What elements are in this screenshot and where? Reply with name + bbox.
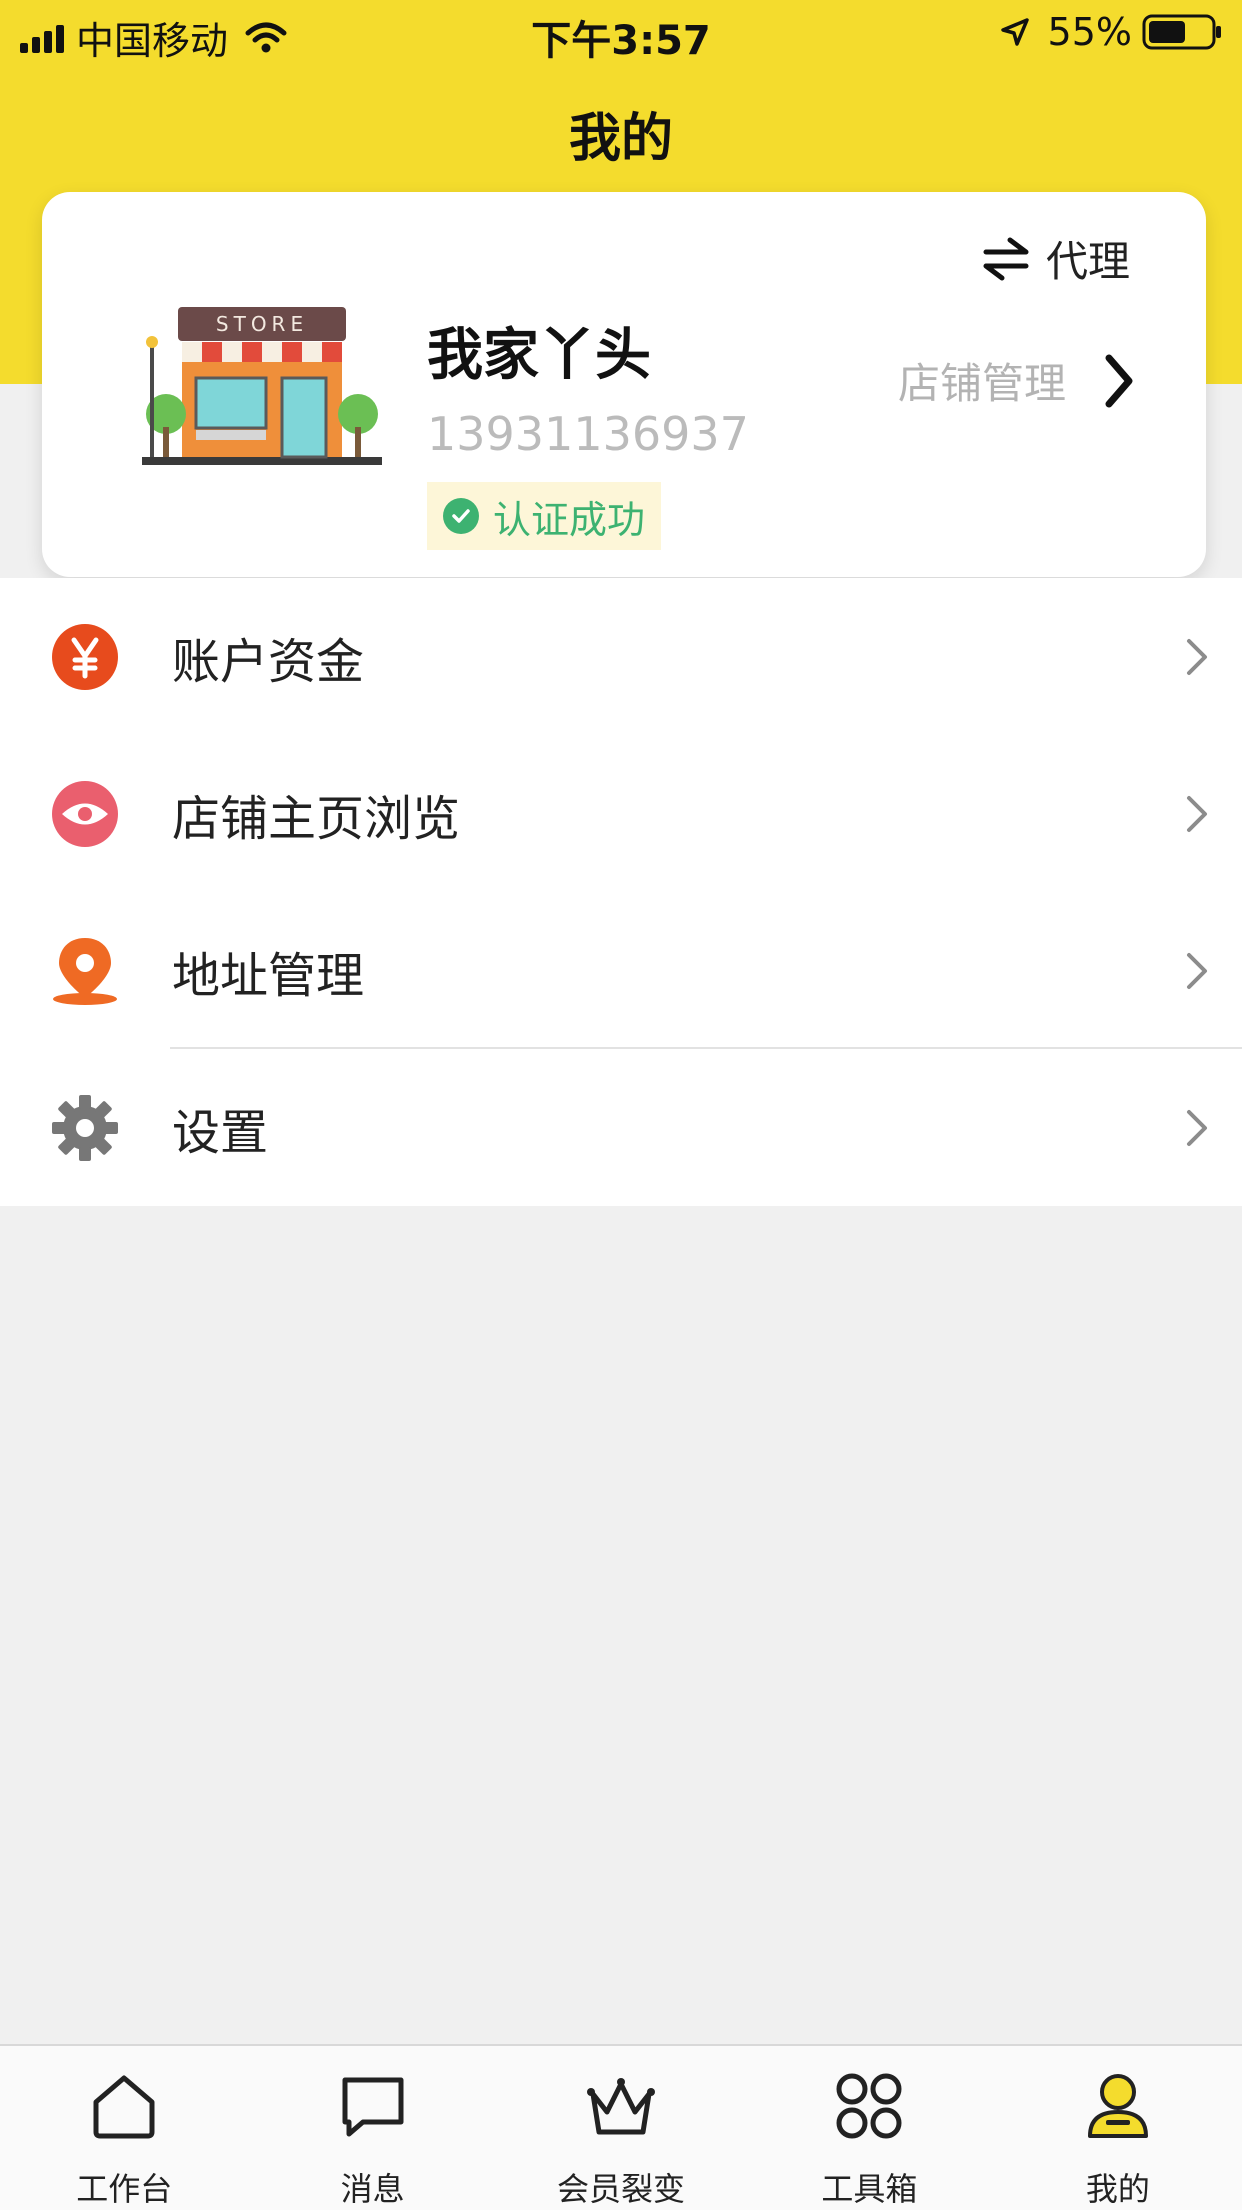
location-pin-icon (53, 937, 117, 1005)
chevron-right-icon (1187, 1109, 1207, 1146)
message-icon (342, 2077, 404, 2137)
menu-label: 地址管理 (172, 947, 365, 1004)
menu-item-store-homepage[interactable]: 店铺主页浏览 (0, 735, 1242, 892)
menu-item-settings[interactable]: 设置 (0, 1049, 1242, 1206)
menu-list: 账户资金 店铺主页浏览 地址管理 设置 (0, 578, 1242, 1206)
chevron-right-icon (1187, 795, 1207, 832)
chevron-right-icon (1187, 638, 1207, 675)
tab-workbench[interactable]: 工作台 (0, 2046, 248, 2210)
store-manage-label: 店铺管理 (897, 359, 1066, 408)
menu-label: 账户资金 (172, 633, 365, 690)
tab-label: 我的 (1085, 2170, 1150, 2208)
location-arrow-icon (1000, 18, 1029, 46)
page-title: 我的 (568, 109, 673, 169)
gear-icon (52, 1094, 118, 1161)
battery-icon (1142, 14, 1221, 50)
toolbox-icon (836, 2073, 902, 2139)
status-right: 55% (1000, 10, 1224, 54)
check-circle-icon (443, 498, 479, 534)
user-icon (1087, 2074, 1148, 2138)
battery-percent: 55% (1047, 10, 1132, 54)
tab-messages[interactable]: 消息 (248, 2046, 496, 2210)
swap-icon (983, 237, 1029, 280)
verified-label: 认证成功 (493, 497, 646, 542)
tab-bar: 工作台 消息 会员裂变 工具箱 我的 (0, 2044, 1242, 2210)
tab-label: 会员裂变 (557, 2170, 686, 2208)
shop-name: 我家丫头 (427, 323, 651, 388)
tab-label: 工作台 (76, 2170, 173, 2208)
verified-badge: 认证成功 (427, 482, 662, 550)
menu-item-address[interactable]: 地址管理 (0, 892, 1242, 1049)
tab-mine[interactable]: 我的 (994, 2046, 1242, 2210)
chevron-right-icon (1187, 952, 1207, 989)
tab-toolbox[interactable]: 工具箱 (745, 2046, 993, 2210)
tab-membership[interactable]: 会员裂变 (497, 2046, 745, 2210)
tab-label: 消息 (340, 2170, 405, 2208)
shop-phone: 13931136937 (427, 407, 749, 461)
yen-icon (52, 623, 118, 690)
menu-label: 设置 (172, 1104, 269, 1161)
status-bar: 中国移动 下午3:57 55% (0, 0, 1242, 66)
store-avatar: STORE (142, 307, 382, 465)
switch-agent-button[interactable]: 代理 (980, 228, 1130, 289)
chevron-right-icon (1105, 354, 1133, 407)
menu-item-account-funds[interactable]: 账户资金 (0, 578, 1242, 735)
store-sign-text: STORE (216, 312, 308, 336)
eye-icon (52, 780, 118, 847)
agent-label: 代理 (1045, 237, 1130, 286)
home-icon (93, 2075, 155, 2139)
store-manage-link[interactable]: 店铺管理 (898, 350, 1134, 411)
profile-card: 代理 STORE 我家丫头 13931136937 认证成功 店铺管理 (42, 192, 1206, 577)
tab-label: 工具箱 (821, 2170, 918, 2208)
crown-icon (587, 2078, 656, 2135)
menu-label: 店铺主页浏览 (172, 790, 461, 847)
